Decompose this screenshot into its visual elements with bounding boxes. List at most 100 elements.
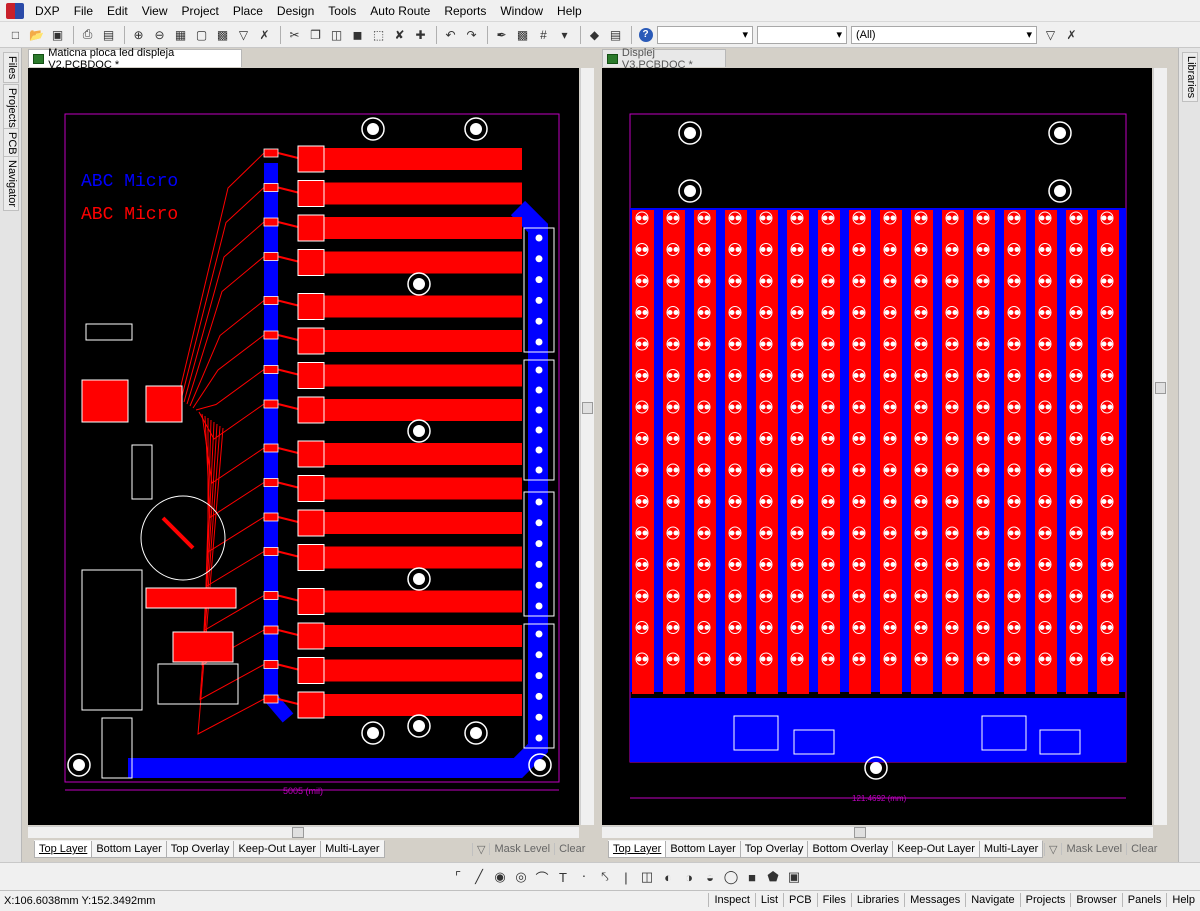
open-folder-icon[interactable]: 📂 xyxy=(27,25,46,44)
component-icon[interactable]: ◫ xyxy=(637,867,657,887)
layer-tab-keepout[interactable]: Keep-Out Layer xyxy=(233,841,322,858)
display-board-horizontal-scrollbar[interactable] xyxy=(602,826,1153,838)
save-icon[interactable]: ▣ xyxy=(48,25,67,44)
arc-any-icon[interactable]: ◒ xyxy=(700,867,720,887)
zoom-out-icon[interactable]: ⊖ xyxy=(150,25,169,44)
apply-filter-icon[interactable]: ▽ xyxy=(1041,25,1060,44)
rubber-stamp-icon[interactable]: ◼ xyxy=(348,25,367,44)
pad-icon[interactable]: ◉ xyxy=(490,867,510,887)
full-circle-icon[interactable]: ◯ xyxy=(721,867,741,887)
panel-panels[interactable]: Panels xyxy=(1121,893,1167,907)
main-board-horizontal-scrollbar[interactable] xyxy=(28,826,579,838)
print-icon[interactable]: ⎙ xyxy=(78,25,97,44)
cut-icon[interactable]: ✂ xyxy=(285,25,304,44)
layer-tab-top-overlay[interactable]: Top Overlay xyxy=(165,841,235,858)
panel-tab-libraries[interactable]: Libraries xyxy=(1182,52,1198,103)
mask-level-button[interactable]: Mask Level xyxy=(1061,843,1126,855)
menu-dxp[interactable]: DXP xyxy=(28,0,67,22)
clear-mask-icon[interactable]: ✗ xyxy=(1062,25,1081,44)
menu-tools[interactable]: Tools xyxy=(321,0,363,22)
filter-icon[interactable]: ▽ xyxy=(234,25,253,44)
paste-icon[interactable]: ◫ xyxy=(327,25,346,44)
zoom-fit-icon[interactable]: ▦ xyxy=(171,25,190,44)
class-combo[interactable]: ▾ xyxy=(757,25,847,44)
net-combo[interactable]: ▾ xyxy=(657,25,753,44)
scroll-thumb[interactable] xyxy=(582,402,593,414)
layer-tab-multi[interactable]: Multi-Layer xyxy=(978,841,1044,858)
panel-pcb[interactable]: PCB xyxy=(783,893,817,907)
panel-tab-projects[interactable]: Projects xyxy=(3,84,19,132)
pcb-canvas-display-board[interactable]: 121.4692 (mm) xyxy=(602,68,1152,825)
cross-probe-icon[interactable]: ✒ xyxy=(492,25,511,44)
panel-projects[interactable]: Projects xyxy=(1019,893,1071,907)
doc-tab-maticna[interactable]: Maticna ploca led displeja V2.PCBDOC * xyxy=(28,47,242,71)
new-document-icon[interactable]: □ xyxy=(6,25,25,44)
menu-project[interactable]: Project xyxy=(175,0,226,22)
grid-icon[interactable]: # xyxy=(534,25,553,44)
coordinate-icon[interactable]: ⋅ xyxy=(574,867,594,887)
main-board-vertical-scrollbar[interactable] xyxy=(580,68,594,825)
scroll-thumb[interactable] xyxy=(292,827,304,838)
clear-button[interactable]: Clear xyxy=(1126,843,1161,855)
clear-filter-icon[interactable]: ✗ xyxy=(255,25,274,44)
layer-tab-keepout[interactable]: Keep-Out Layer xyxy=(892,841,980,858)
layer-tab-bottom-overlay[interactable]: Bottom Overlay xyxy=(807,841,894,858)
menu-design[interactable]: Design xyxy=(270,0,321,22)
move-icon[interactable]: ✚ xyxy=(411,25,430,44)
panel-navigate[interactable]: Navigate xyxy=(965,893,1019,907)
mask-level-button[interactable]: Mask Level xyxy=(489,843,554,855)
mask-filter-icon[interactable]: ▽ xyxy=(1044,842,1061,856)
menu-edit[interactable]: Edit xyxy=(100,0,135,22)
print-preview-icon[interactable]: ▤ xyxy=(99,25,118,44)
text-icon[interactable]: T xyxy=(553,867,573,887)
mask-filter-icon[interactable]: ▽ xyxy=(472,842,489,856)
menu-file[interactable]: File xyxy=(67,0,100,22)
layer-tab-top[interactable]: Top Layer xyxy=(608,841,667,858)
help-button[interactable]: ? xyxy=(636,25,655,44)
display-board-vertical-scrollbar[interactable] xyxy=(1153,68,1167,825)
arc-edge-icon[interactable]: ◑ xyxy=(679,867,699,887)
panel-messages[interactable]: Messages xyxy=(904,893,965,907)
line-icon[interactable]: ╱ xyxy=(469,867,489,887)
menu-place[interactable]: Place xyxy=(226,0,270,22)
pcb-canvas-main-board[interactable]: ABC Micro ABC Micro 5005 (mil) xyxy=(28,68,579,825)
board-icon[interactable]: ▩ xyxy=(513,25,532,44)
fill-icon[interactable]: ■ xyxy=(742,867,762,887)
panel-inspect[interactable]: Inspect xyxy=(708,893,754,907)
deselect-icon[interactable]: ✘ xyxy=(390,25,409,44)
arc-center-icon[interactable]: ◐ xyxy=(658,867,678,887)
menu-auto-route[interactable]: Auto Route xyxy=(363,0,437,22)
scroll-thumb[interactable] xyxy=(854,827,866,838)
dimension-icon[interactable]: ⤣ xyxy=(595,867,615,887)
panel-libraries[interactable]: Libraries xyxy=(850,893,904,907)
menu-window[interactable]: Window xyxy=(493,0,550,22)
undo-icon[interactable]: ↶ xyxy=(441,25,460,44)
compile-icon[interactable]: ▤ xyxy=(606,25,625,44)
3d-view-icon[interactable]: ◆ xyxy=(585,25,604,44)
copy-icon[interactable]: ❐ xyxy=(306,25,325,44)
panel-tab-pcb[interactable]: PCB xyxy=(3,128,19,159)
polygon-icon[interactable]: ⬟ xyxy=(763,867,783,887)
panel-tab-files[interactable]: Files xyxy=(3,52,19,84)
layer-tab-bottom[interactable]: Bottom Layer xyxy=(665,841,741,858)
panel-browser[interactable]: Browser xyxy=(1070,893,1121,907)
filter-combo[interactable]: (All) ▾ xyxy=(851,25,1037,44)
panel-help[interactable]: Help xyxy=(1166,893,1200,907)
layer-tab-bottom[interactable]: Bottom Layer xyxy=(91,841,167,858)
select-area-icon[interactable]: ⬚ xyxy=(369,25,388,44)
region-icon[interactable]: ▣ xyxy=(784,867,804,887)
panel-tab-navigator[interactable]: Navigator xyxy=(3,156,19,212)
layer-tab-top[interactable]: Top Layer xyxy=(34,841,93,858)
zoom-in-icon[interactable]: ⊕ xyxy=(129,25,148,44)
panel-files[interactable]: Files xyxy=(816,893,851,907)
panel-list[interactable]: List xyxy=(754,893,783,907)
layer-tab-multi[interactable]: Multi-Layer xyxy=(320,841,385,858)
scroll-thumb[interactable] xyxy=(1155,382,1166,394)
via-icon[interactable]: ◎ xyxy=(511,867,531,887)
layer-tab-top-overlay[interactable]: Top Overlay xyxy=(739,841,809,858)
menu-view[interactable]: View xyxy=(135,0,175,22)
doc-tab-displej[interactable]: Displej V3.PCBDOC * xyxy=(602,47,726,71)
redo-icon[interactable]: ↷ xyxy=(462,25,481,44)
zoom-area-icon[interactable]: ▢ xyxy=(192,25,211,44)
zoom-selected-icon[interactable]: ▩ xyxy=(213,25,232,44)
